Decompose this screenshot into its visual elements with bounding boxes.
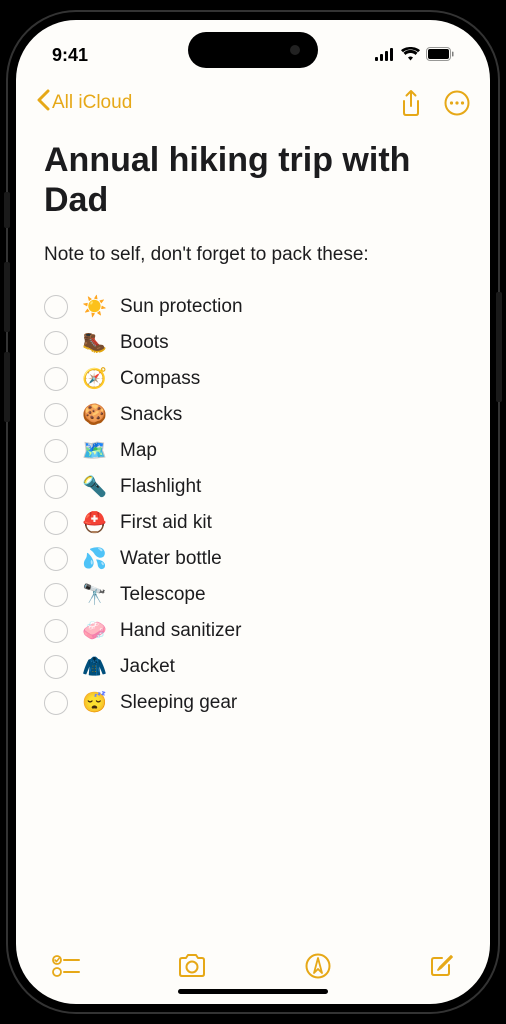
item-label: Map: [120, 440, 157, 462]
item-label: First aid kit: [120, 512, 212, 534]
checkbox-circle[interactable]: [44, 691, 68, 715]
item-label: Jacket: [120, 656, 175, 678]
item-emoji: 🧥: [82, 654, 106, 679]
wifi-icon: [401, 45, 420, 66]
checklist-item[interactable]: ☀️ Sun protection: [44, 294, 462, 319]
item-label: Telescope: [120, 584, 206, 606]
more-button[interactable]: [444, 90, 470, 116]
checkbox-circle[interactable]: [44, 295, 68, 319]
item-emoji: 😴: [82, 690, 106, 715]
share-button[interactable]: [400, 89, 422, 117]
note-title[interactable]: Annual hiking trip with Dad: [44, 140, 462, 220]
checklist-item[interactable]: 🍪 Snacks: [44, 402, 462, 427]
checklist-item[interactable]: ⛑️ First aid kit: [44, 510, 462, 535]
item-emoji: ⛑️: [82, 510, 106, 535]
checkbox-circle[interactable]: [44, 655, 68, 679]
checklist-button[interactable]: [52, 955, 80, 977]
front-camera: [290, 45, 300, 55]
item-label: Flashlight: [120, 476, 201, 498]
volume-up-button: [4, 262, 10, 332]
checklist: ☀️ Sun protection 🥾 Boots 🧭 Compass 🍪 Snacks 🗺️ M…: [44, 294, 462, 715]
item-emoji: 🍪: [82, 402, 106, 427]
checklist-item[interactable]: 😴 Sleeping gear: [44, 690, 462, 715]
checkbox-circle[interactable]: [44, 547, 68, 571]
chevron-left-icon: [36, 89, 50, 117]
item-emoji: 🔭: [82, 582, 106, 607]
checklist-item[interactable]: 🔭 Telescope: [44, 582, 462, 607]
home-indicator[interactable]: [178, 989, 328, 994]
item-label: Water bottle: [120, 548, 222, 570]
checkbox-circle[interactable]: [44, 583, 68, 607]
checkbox-circle[interactable]: [44, 475, 68, 499]
checkbox-circle[interactable]: [44, 367, 68, 391]
note-content[interactable]: Annual hiking trip with Dad Note to self…: [16, 128, 490, 934]
power-button: [496, 292, 502, 402]
item-emoji: 🧼: [82, 618, 106, 643]
item-emoji: 🗺️: [82, 438, 106, 463]
checkbox-circle[interactable]: [44, 331, 68, 355]
phone-screen: 9:41 All iCloud: [16, 20, 490, 1004]
compose-button[interactable]: [428, 953, 454, 979]
checklist-item[interactable]: 🧥 Jacket: [44, 654, 462, 679]
checklist-item[interactable]: 🔦 Flashlight: [44, 474, 462, 499]
status-time: 9:41: [52, 45, 88, 66]
item-label: Hand sanitizer: [120, 620, 241, 642]
checklist-item[interactable]: 💦 Water bottle: [44, 546, 462, 571]
item-emoji: 🧭: [82, 366, 106, 391]
nav-bar: All iCloud: [16, 78, 490, 128]
battery-icon: [426, 45, 454, 66]
item-emoji: ☀️: [82, 294, 106, 319]
back-label: All iCloud: [52, 92, 132, 114]
checkbox-circle[interactable]: [44, 439, 68, 463]
checklist-item[interactable]: 🧼 Hand sanitizer: [44, 618, 462, 643]
item-emoji: 💦: [82, 546, 106, 571]
silent-switch: [4, 192, 10, 228]
item-label: Boots: [120, 332, 169, 354]
item-label: Sleeping gear: [120, 692, 237, 714]
item-label: Sun protection: [120, 296, 243, 318]
checkbox-circle[interactable]: [44, 511, 68, 535]
item-label: Snacks: [120, 404, 182, 426]
camera-button[interactable]: [177, 954, 207, 978]
item-emoji: 🔦: [82, 474, 106, 499]
note-subtitle[interactable]: Note to self, don't forget to pack these…: [44, 244, 462, 266]
item-emoji: 🥾: [82, 330, 106, 355]
checklist-item[interactable]: 🧭 Compass: [44, 366, 462, 391]
item-label: Compass: [120, 368, 200, 390]
back-button[interactable]: All iCloud: [36, 89, 132, 117]
phone-frame: 9:41 All iCloud: [8, 12, 498, 1012]
volume-down-button: [4, 352, 10, 422]
checkbox-circle[interactable]: [44, 619, 68, 643]
cellular-icon: [375, 45, 395, 66]
checklist-item[interactable]: 🗺️ Map: [44, 438, 462, 463]
checklist-item[interactable]: 🥾 Boots: [44, 330, 462, 355]
checkbox-circle[interactable]: [44, 403, 68, 427]
dynamic-island: [188, 32, 318, 68]
markup-button[interactable]: [305, 953, 331, 979]
